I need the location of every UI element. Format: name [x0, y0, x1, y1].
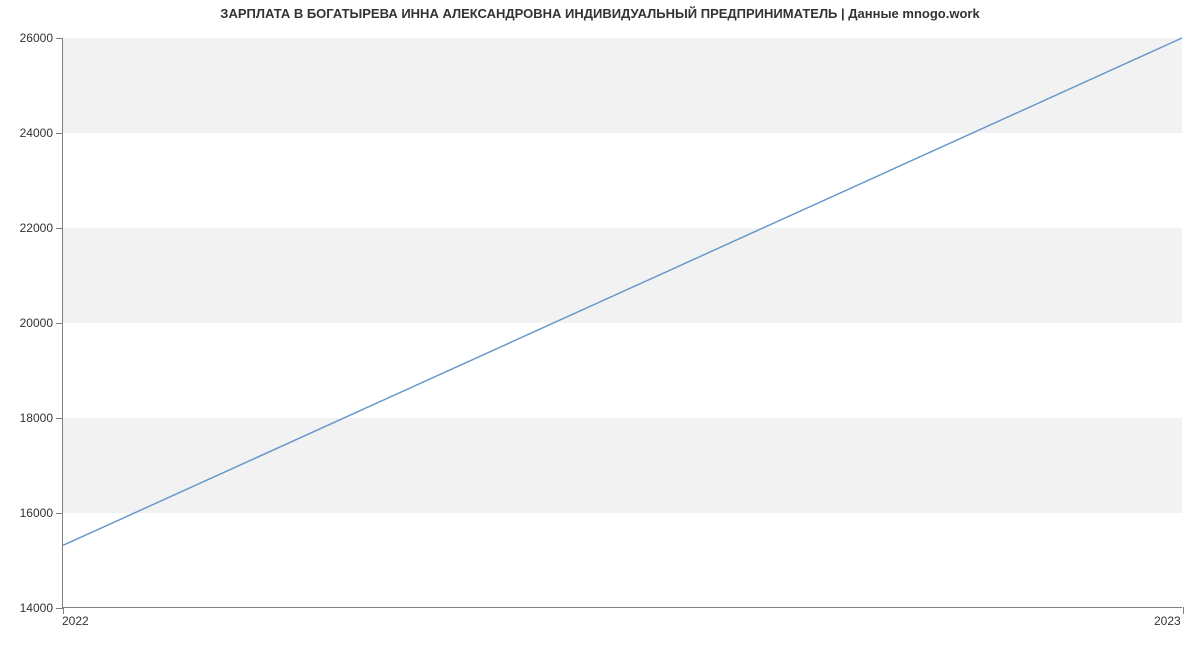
y-tick-label: 24000	[20, 126, 53, 140]
y-tick-label: 22000	[20, 221, 53, 235]
y-tick	[56, 133, 63, 134]
y-tick	[56, 608, 63, 609]
y-tick	[56, 38, 63, 39]
x-tick-label: 2022	[62, 614, 89, 628]
y-tick-label: 26000	[20, 31, 53, 45]
y-tick	[56, 418, 63, 419]
line-series	[63, 38, 1182, 607]
y-tick	[56, 228, 63, 229]
salary-chart: ЗАРПЛАТА В БОГАТЫРЕВА ИННА АЛЕКСАНДРОВНА…	[0, 0, 1200, 650]
y-tick-label: 14000	[20, 601, 53, 615]
plot-area	[62, 38, 1182, 608]
y-tick	[56, 513, 63, 514]
y-tick	[56, 323, 63, 324]
chart-title: ЗАРПЛАТА В БОГАТЫРЕВА ИННА АЛЕКСАНДРОВНА…	[0, 6, 1200, 21]
y-tick-label: 16000	[20, 506, 53, 520]
y-tick-label: 20000	[20, 316, 53, 330]
x-tick	[1183, 607, 1184, 614]
y-tick-label: 18000	[20, 411, 53, 425]
x-tick	[63, 607, 64, 614]
x-tick-label: 2023	[1154, 614, 1181, 628]
